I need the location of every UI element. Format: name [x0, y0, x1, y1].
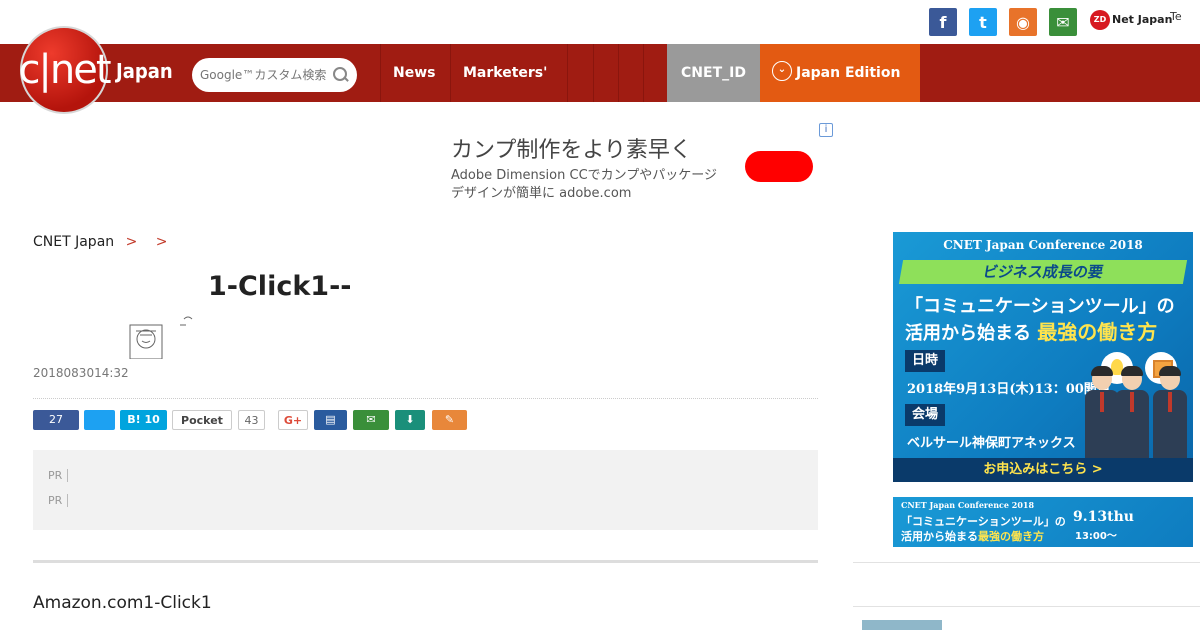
banner2-headline-1: 「コミュニケーションツール」の [901, 515, 1066, 528]
zdnet-label: Net Japan [1112, 13, 1173, 26]
japan-edition-label: Japan Edition [796, 65, 901, 81]
banner-date: 2018年9月13日(木)13：00開演 [907, 382, 1110, 397]
mail-icon[interactable]: ✉ [1049, 8, 1077, 36]
pr-item[interactable]: PR [48, 467, 74, 483]
print-button[interactable]: ▤ [314, 410, 347, 430]
breadcrumb-separator: > [155, 234, 168, 250]
banner-headline-2: 活用から始まる 最強の働き方 [905, 316, 1157, 345]
banner2-headline-2a: 活用から始まる [901, 530, 978, 543]
search-icon[interactable] [332, 66, 350, 84]
breadcrumb-separator: > [125, 234, 138, 250]
person-illustration [1085, 366, 1119, 458]
hatena-bookmark-button[interactable]: B! 10 [120, 410, 167, 430]
pocket-count: 43 [238, 410, 265, 430]
twitter-icon[interactable]: t [969, 8, 997, 36]
illustration-svg [129, 316, 193, 359]
twitter-share-button[interactable] [84, 410, 115, 430]
sidebar-item-thumbnail[interactable] [862, 620, 942, 630]
site-header: c|net Japan News Marketers' CNET_ID ⌄Jap… [0, 26, 1200, 114]
logo-japan-label[interactable]: Japan [116, 59, 173, 83]
pocket-button[interactable]: Pocket [172, 410, 232, 430]
banner-headline-1: 「コミュニケーションツール」の [905, 296, 1175, 317]
search-input[interactable] [200, 68, 332, 82]
pr-label: PR [48, 494, 69, 507]
google-plus-button[interactable]: G+ [278, 410, 308, 430]
ad-headline: カンプ制作をより素早く [451, 138, 692, 163]
breadcrumb: CNET Japan > > [33, 234, 175, 250]
divider [33, 560, 818, 563]
pr-label: PR [48, 469, 69, 482]
article-headline: 1-Click1-- [208, 271, 352, 302]
nav-item-4[interactable] [593, 44, 618, 102]
techrepublic-link[interactable]: Te [1170, 10, 1182, 23]
nav-item-3[interactable] [567, 44, 593, 102]
ad-text-line2: デザインが簡単に adobe.com [451, 186, 632, 201]
divider [33, 398, 818, 399]
conference-banner-small[interactable]: CNET Japan Conference 2018 「コミュニケーションツール… [893, 497, 1193, 547]
ad-banner[interactable]: i カンプ制作をより素早く Adobe Dimension CCでカンプやパッケ… [440, 120, 833, 205]
cnet-logo[interactable]: c|net [18, 26, 112, 114]
ad-text-line1: Adobe Dimension CCでカンプやパッケージ [451, 168, 717, 183]
japan-edition-button[interactable]: ⌄ Japan Edition [760, 44, 920, 102]
pr-item[interactable]: PR [48, 492, 74, 508]
banner2-time: 13:00〜 [1075, 531, 1117, 542]
zdnet-logo-icon: ZD [1090, 10, 1110, 30]
cnet-id-button[interactable]: CNET_ID [667, 44, 760, 102]
clip-button[interactable]: ✎ [432, 410, 467, 430]
ad-info-icon[interactable]: i [819, 123, 833, 137]
person-illustration [1115, 366, 1149, 458]
article-body: Amazon.com1-Click1 [33, 593, 212, 613]
chevron-down-icon: ⌄ [772, 61, 792, 81]
banner-conference-title: CNET Japan Conference 2018 [943, 238, 1143, 252]
banner-headline-2b: 最強の働き方 [1037, 320, 1158, 344]
banner-label-venue: 会場 [905, 404, 945, 426]
article-byline: 2018083014:32 [33, 366, 129, 380]
banner2-conference-title: CNET Japan Conference 2018 [901, 500, 1035, 510]
nav-marketers[interactable]: Marketers' [450, 44, 567, 102]
divider [853, 562, 1200, 563]
person-illustration [1153, 366, 1187, 458]
mail-share-button[interactable]: ✉ [353, 410, 389, 430]
nav-item-6[interactable] [643, 44, 668, 102]
rss-icon[interactable]: ◉ [1009, 8, 1037, 36]
search-box [192, 58, 357, 92]
banner-label-date: 日時 [905, 350, 945, 372]
facebook-share-button[interactable]: 27 [33, 410, 79, 430]
ad-cta-button[interactable] [745, 151, 813, 182]
banner2-headline-2: 活用から始まる最強の働き方 [901, 528, 1044, 544]
author-illustration [128, 313, 194, 359]
top-social-bar: f t ◉ ✉ ZD Net Japan Te [0, 0, 1200, 44]
banner-tagline: ビジネス成長の要 [898, 260, 1188, 284]
banner-headline-2a: 活用から始まる [905, 323, 1031, 344]
banner-venue: ベルサール神保町アネックス [907, 436, 1076, 451]
conference-banner-large[interactable]: CNET Japan Conference 2018 ビジネス成長の要 「コミュ… [893, 232, 1193, 482]
breadcrumb-home[interactable]: CNET Japan [33, 234, 114, 250]
facebook-icon[interactable]: f [929, 8, 957, 36]
pr-box: PR PR [33, 450, 818, 530]
download-button[interactable]: ⬇ [395, 410, 425, 430]
banner2-headline-2b: 最強の働き方 [978, 530, 1044, 543]
divider [853, 606, 1200, 607]
banner2-date: 9.13thu [1073, 509, 1134, 525]
banner-cta[interactable]: お申込みはこちら > [893, 458, 1193, 482]
zdnet-japan-link[interactable]: ZD Net Japan [1090, 10, 1172, 30]
nav-news[interactable]: News [380, 44, 450, 102]
nav-item-5[interactable] [618, 44, 643, 102]
